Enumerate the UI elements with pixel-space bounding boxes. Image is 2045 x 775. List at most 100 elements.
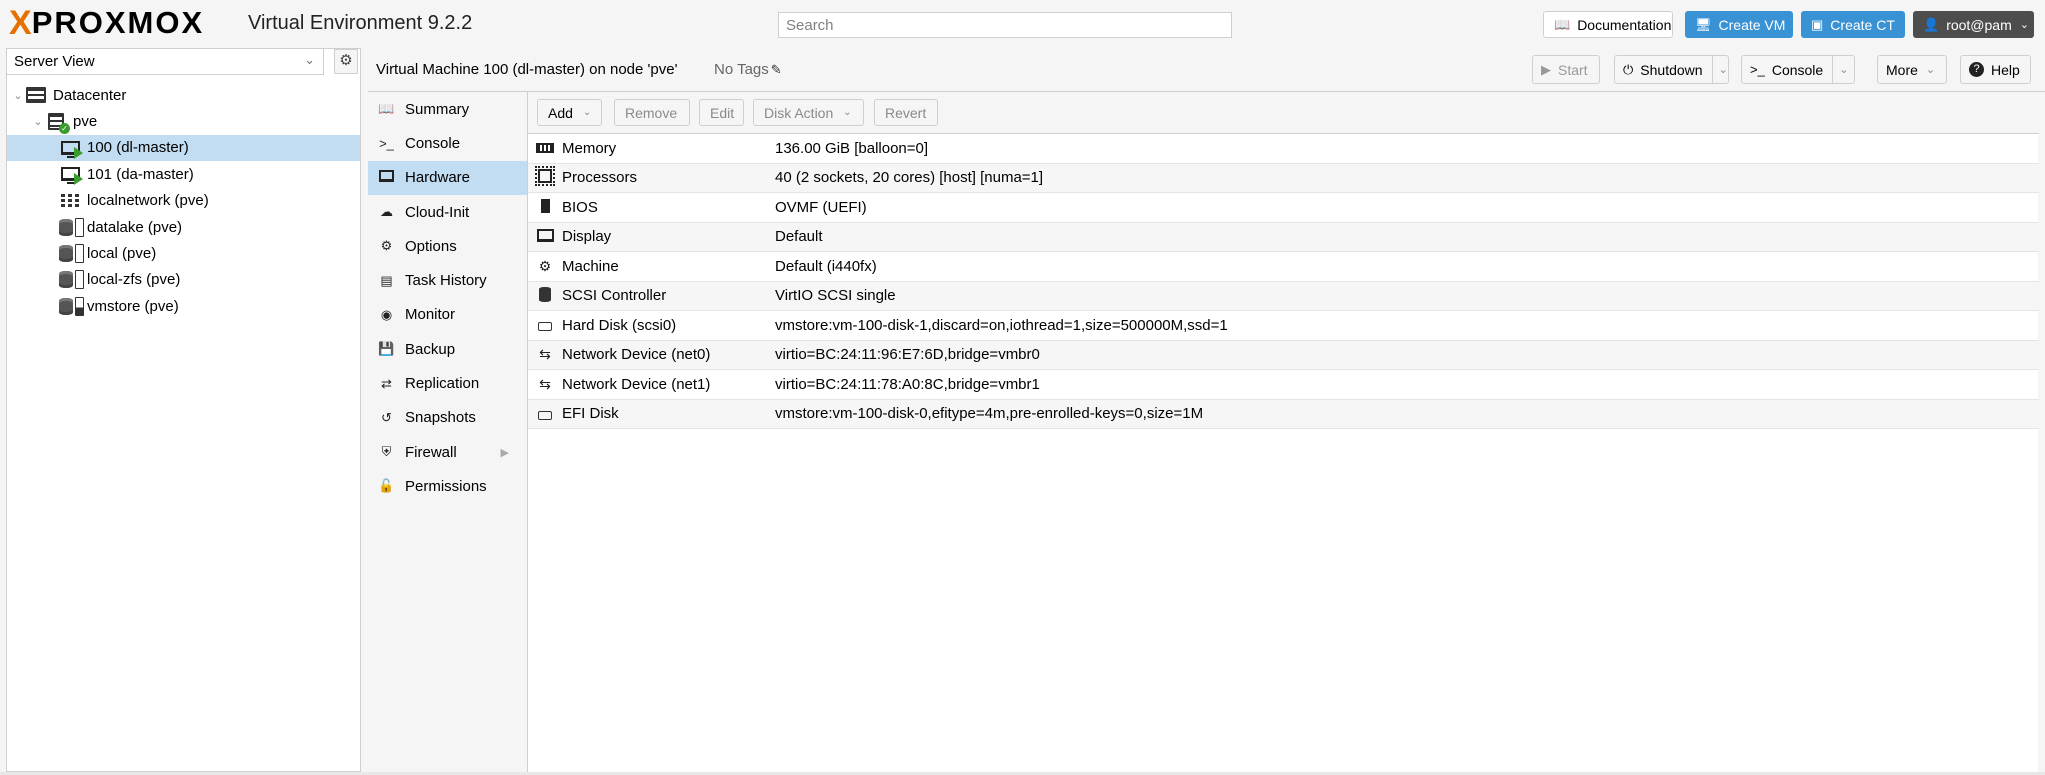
eye-icon: ◉ xyxy=(380,306,393,322)
tab-console[interactable]: >_ Console xyxy=(368,126,527,160)
table-row[interactable]: Hard Disk (scsi0) vmstore:vm-100-disk-1,… xyxy=(528,311,2039,341)
unlock-icon: 🔓 xyxy=(378,478,395,494)
tab-label: Cloud-Init xyxy=(405,203,470,221)
row-value: 136.00 GiB [balloon=0] xyxy=(775,139,929,157)
tab-label: Backup xyxy=(405,340,456,358)
table-row[interactable]: ⇆ Network Device (net0) virtio=BC:24:11:… xyxy=(528,340,2039,370)
shutdown-button[interactable]: ⏻ Shutdown ⌄ xyxy=(1614,55,1729,84)
row-value: Default (i440fx) xyxy=(775,257,877,275)
gear-icon: ⚙ xyxy=(380,238,393,254)
tree-item-vm-100[interactable]: 100 (dl-master) xyxy=(7,134,360,162)
add-hardware-button[interactable]: Add ⌄ xyxy=(537,99,602,126)
proxmox-logo[interactable]: X PROXMOX xyxy=(9,5,205,40)
create-ct-button[interactable]: ▣ Create CT xyxy=(1801,11,1905,38)
table-row[interactable]: Display Default xyxy=(528,222,2039,252)
tree-item-label: local-zfs (pve) xyxy=(87,271,181,289)
page-title: Virtual Machine 100 (dl-master) on node … xyxy=(376,61,678,78)
row-name: SCSI Controller xyxy=(562,287,667,305)
tab-monitor[interactable]: ◉ Monitor xyxy=(368,298,527,332)
row-value: OVMF (UEFI) xyxy=(775,198,867,216)
collapse-toggle-icon[interactable]: ⌄ xyxy=(11,89,25,102)
history-icon: ↺ xyxy=(381,409,392,425)
table-row[interactable]: Memory 136.00 GiB [balloon=0] xyxy=(528,134,2039,164)
tab-hardware[interactable]: Hardware xyxy=(368,160,527,195)
tree-item-label: datalake (pve) xyxy=(87,218,183,236)
tab-label: Summary xyxy=(405,100,470,118)
documentation-button[interactable]: 📖 Documentation xyxy=(1543,11,1673,38)
vm-running-icon xyxy=(59,139,83,159)
hardware-table: Memory 136.00 GiB [balloon=0] Processors… xyxy=(528,134,2039,429)
tab-label: Hardware xyxy=(405,169,471,187)
documentation-label: Documentation xyxy=(1577,16,1672,33)
tree-item-local-zfs[interactable]: local-zfs (pve) xyxy=(7,267,360,293)
tab-snapshots[interactable]: ↺ Snapshots xyxy=(368,401,527,435)
tab-task-history[interactable]: ▤ Task History xyxy=(368,263,527,297)
start-button[interactable]: ▶ Start xyxy=(1532,55,1600,84)
tree-item-label: vmstore (pve) xyxy=(87,297,179,315)
create-vm-button[interactable]: 🖥 Create VM xyxy=(1685,11,1793,38)
view-selector-value: Server View xyxy=(14,53,95,70)
table-row[interactable]: Processors 40 (2 sockets, 20 cores) [hos… xyxy=(528,163,2039,193)
user-menu-button[interactable]: 👤 root@pam ⌄ xyxy=(1913,11,2034,38)
shutdown-menu-chevron-icon[interactable]: ⌄ xyxy=(1711,56,1728,83)
row-name: Network Device (net0) xyxy=(562,346,711,364)
table-row[interactable]: ⚙ Machine Default (i440fx) xyxy=(528,252,2039,282)
tab-firewall[interactable]: ⛨ Firewall ▶ xyxy=(368,435,527,469)
disk-action-button[interactable]: Disk Action ⌄ xyxy=(753,99,864,126)
view-settings-gear-icon[interactable]: ⚙ xyxy=(334,49,358,74)
remove-button[interactable]: Remove xyxy=(614,99,690,126)
tab-label: Console xyxy=(405,134,461,152)
chevron-down-icon: ⌄ xyxy=(2019,19,2029,31)
table-row[interactable]: EFI Disk vmstore:vm-100-disk-0,efitype=4… xyxy=(528,399,2039,429)
tree-item-node-pve[interactable]: ⌄ ✓ pve xyxy=(7,108,360,134)
tab-label: Replication xyxy=(405,375,480,393)
table-row[interactable]: BIOS OVMF (UEFI) xyxy=(528,193,2039,223)
table-row[interactable]: SCSI Controller VirtIO SCSI single xyxy=(528,281,2039,311)
exchange-icon: ⇆ xyxy=(539,375,551,392)
tree-item-local[interactable]: local (pve) xyxy=(7,240,360,266)
tree-item-localnetwork[interactable]: localnetwork (pve) xyxy=(7,188,360,214)
console-button[interactable]: >_ Console ⌄ xyxy=(1741,55,1855,84)
top-bar: X PROXMOX Virtual Environment 9.2.2 📖 Do… xyxy=(0,0,2045,48)
tree-item-label: local (pve) xyxy=(87,245,157,263)
console-menu-chevron-icon[interactable]: ⌄ xyxy=(1832,56,1848,83)
table-row[interactable]: ⇆ Network Device (net1) virtio=BC:24:11:… xyxy=(528,370,2039,400)
help-button[interactable]: ? Help xyxy=(1960,55,2031,84)
tree-item-vm-101[interactable]: 101 (da-master) xyxy=(7,161,360,187)
exchange-icon: ⇆ xyxy=(539,346,551,363)
row-value: vmstore:vm-100-disk-0,efitype=4m,pre-enr… xyxy=(775,405,1204,423)
tab-summary[interactable]: 📖 Summary xyxy=(368,92,527,126)
storage-icon xyxy=(59,217,84,237)
tree-item-datacenter[interactable]: ⌄ Datacenter xyxy=(7,82,360,108)
edit-button[interactable]: Edit xyxy=(699,99,744,126)
tree-item-datalake[interactable]: datalake (pve) xyxy=(7,214,360,240)
more-button[interactable]: More ⌄ xyxy=(1877,55,1947,84)
tab-options[interactable]: ⚙ Options xyxy=(368,229,527,263)
revert-button[interactable]: Revert xyxy=(874,99,938,126)
hardware-toolbar: Add ⌄ Remove Edit Disk Action ⌄ Revert xyxy=(528,92,2039,134)
terminal-icon: >_ xyxy=(379,135,394,151)
view-selector[interactable]: Server View ⌄ xyxy=(6,48,324,75)
tab-permissions[interactable]: 🔓 Permissions xyxy=(368,469,527,503)
tags-label: No Tags xyxy=(714,61,769,78)
tab-replication[interactable]: ⇄ Replication xyxy=(368,366,527,400)
expand-arrow-icon[interactable]: ▶ xyxy=(501,446,509,459)
logo-wordmark: PROXMOX xyxy=(31,5,205,40)
help-label: Help xyxy=(1991,61,2020,78)
tab-label: Monitor xyxy=(405,306,456,324)
tree-item-vmstore[interactable]: vmstore (pve) xyxy=(7,293,360,319)
tags-editor[interactable]: No Tags ✎ xyxy=(714,61,782,78)
hdd-icon xyxy=(528,317,562,333)
book-icon: 📖 xyxy=(1554,16,1571,32)
search-input[interactable] xyxy=(778,12,1232,38)
row-name: EFI Disk xyxy=(562,405,619,423)
tab-label: Snapshots xyxy=(405,409,476,427)
tree-item-label: Datacenter xyxy=(53,86,127,104)
tab-cloud-init[interactable]: ☁ Cloud-Init xyxy=(368,195,527,229)
collapse-toggle-icon[interactable]: ⌄ xyxy=(31,115,45,128)
console-label: Console xyxy=(1771,61,1824,78)
tab-backup[interactable]: 💾 Backup xyxy=(368,332,527,366)
content-title-bar: Virtual Machine 100 (dl-master) on node … xyxy=(368,48,2045,92)
pencil-icon[interactable]: ✎ xyxy=(771,62,782,77)
disk-action-label: Disk Action xyxy=(764,104,834,121)
